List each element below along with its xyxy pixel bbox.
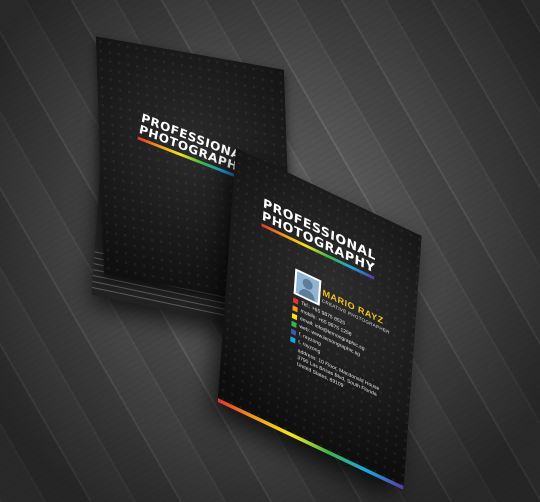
- photo-scene: PROFESSIONAL PHOTOGRAPHY PROFESSIONAL PH…: [0, 0, 540, 502]
- twitter-icon: [290, 335, 296, 343]
